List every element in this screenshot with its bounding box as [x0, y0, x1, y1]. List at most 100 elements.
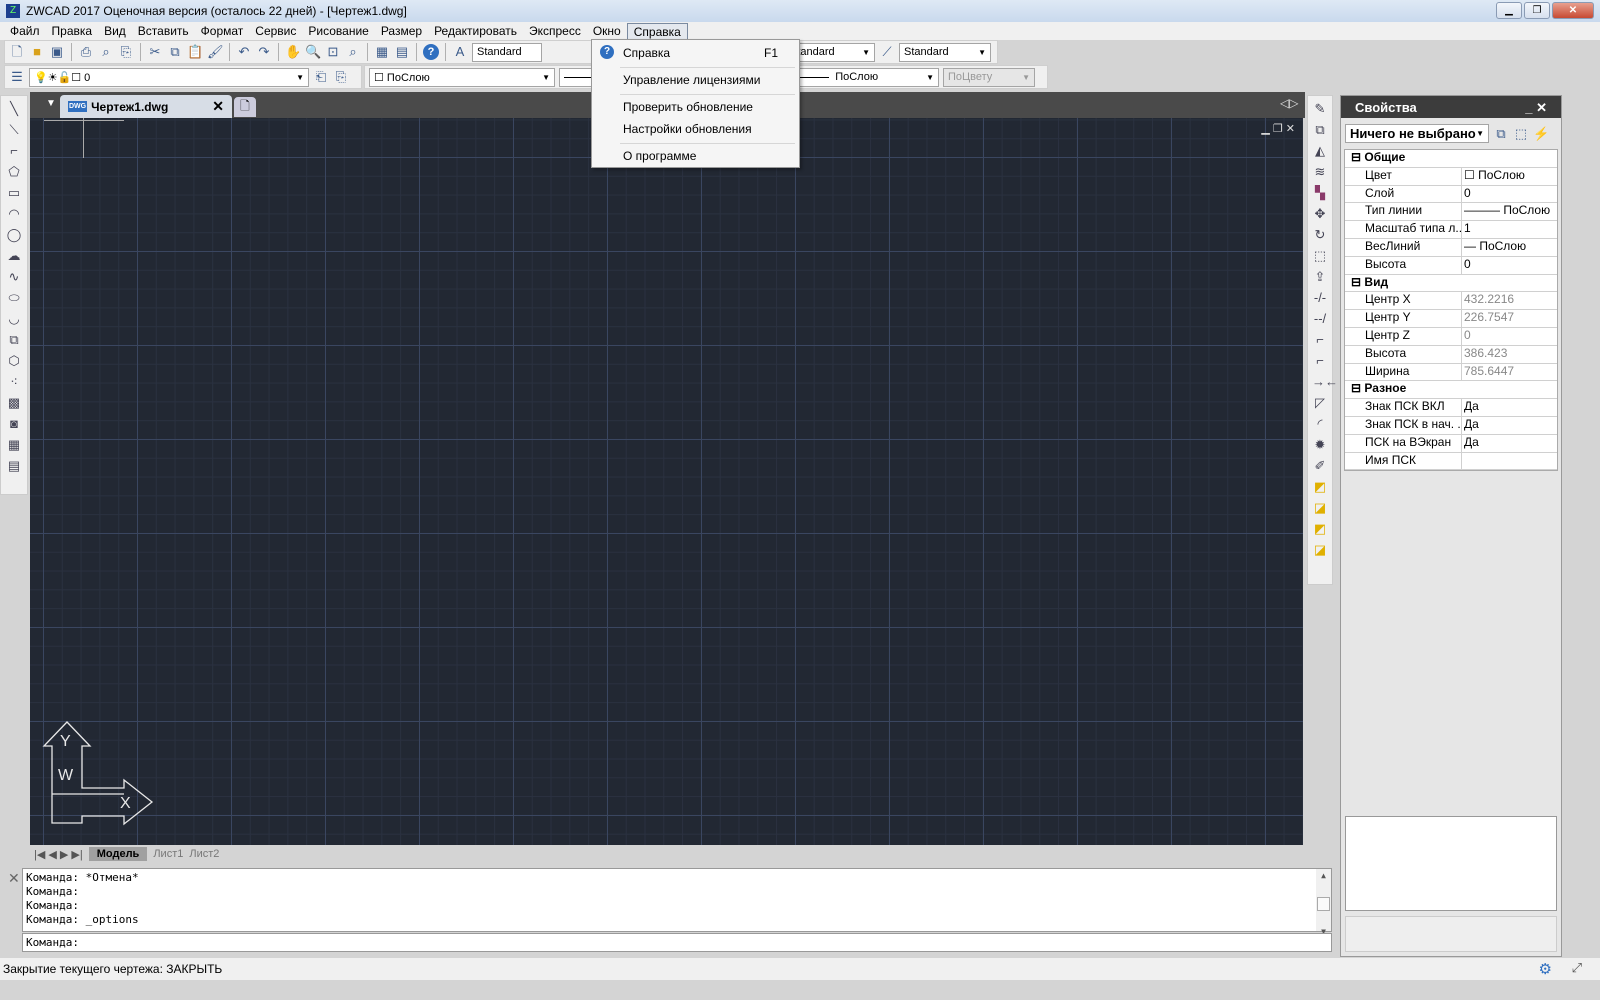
fullscreen-icon[interactable]: ⤢: [1572, 960, 1582, 976]
property-group-header[interactable]: ⊟ Разное: [1345, 381, 1557, 400]
menu-tools[interactable]: Сервис: [249, 23, 302, 40]
collapse-icon[interactable]: ⊟: [1351, 150, 1361, 164]
table-style-select[interactable]: Standard ▼: [899, 42, 991, 62]
publish-icon[interactable]: ⎘: [118, 44, 134, 60]
extend-icon[interactable]: --/: [1312, 311, 1328, 327]
menu-window[interactable]: Окно: [587, 23, 627, 40]
property-value[interactable]: Да: [1462, 399, 1557, 416]
chamfer-icon[interactable]: ◸: [1312, 395, 1328, 411]
draworder-above-icon[interactable]: ◩: [1312, 521, 1328, 537]
property-row[interactable]: Цвет ☐ ПоСлою: [1345, 167, 1557, 186]
menu-item-about[interactable]: О программе: [623, 149, 696, 163]
open-icon[interactable]: ■: [29, 44, 45, 60]
close-button[interactable]: ✕: [1552, 2, 1594, 19]
collapse-icon[interactable]: ⊟: [1351, 275, 1361, 289]
arc-icon[interactable]: ◠: [6, 206, 22, 222]
property-row[interactable]: Центр Z0: [1345, 327, 1557, 346]
quick-select-icon[interactable]: ⚡: [1533, 126, 1549, 142]
line-icon[interactable]: ╲: [6, 101, 22, 117]
menu-help[interactable]: Справка: [626, 22, 688, 40]
property-value[interactable]: 1: [1462, 221, 1557, 238]
color-select[interactable]: ☐ ПоСлою ▼: [369, 67, 555, 87]
revcloud-icon[interactable]: ☁: [6, 248, 22, 264]
property-row[interactable]: Ширина 785.6447: [1345, 363, 1557, 382]
property-row[interactable]: Слой 0: [1345, 185, 1557, 204]
make-current-layer-icon[interactable]: ⎗: [313, 69, 329, 85]
select-objects-icon[interactable]: ⬚: [1513, 126, 1529, 142]
property-value[interactable]: [1462, 453, 1557, 470]
zoom-realtime-icon[interactable]: 🔍: [305, 44, 321, 60]
property-value[interactable]: ——— ПоСлою: [1462, 203, 1557, 220]
stretch-icon[interactable]: ⇪: [1312, 269, 1328, 285]
array-icon[interactable]: ▚: [1312, 185, 1328, 201]
property-value[interactable]: Да: [1462, 417, 1557, 434]
new-tab-button[interactable]: 🗋: [234, 97, 256, 117]
draworder-front-icon[interactable]: ◩: [1312, 479, 1328, 495]
mtext-icon[interactable]: ▤: [6, 458, 22, 474]
ellipse-icon[interactable]: ⬭: [6, 290, 22, 306]
polyline-icon[interactable]: ⌐: [6, 143, 22, 159]
property-row[interactable]: Высота 0: [1345, 256, 1557, 275]
tab-list-arrow-icon[interactable]: ▼: [46, 98, 56, 109]
print-icon[interactable]: ⎙: [78, 44, 94, 60]
break-icon[interactable]: ⌐: [1312, 332, 1328, 348]
xline-icon[interactable]: ⟍: [6, 122, 22, 138]
layer-select[interactable]: 💡☀🔓☐ 0 ▼: [29, 67, 309, 87]
undo-icon[interactable]: ↶: [236, 44, 252, 60]
property-value[interactable]: Да: [1462, 435, 1557, 452]
property-value[interactable]: — ПоСлою: [1462, 239, 1557, 256]
zoom-window-icon[interactable]: ⊡: [325, 44, 341, 60]
draworder-back-icon[interactable]: ◪: [1312, 500, 1328, 516]
property-row[interactable]: Имя ПСК: [1345, 452, 1557, 471]
edit-icon[interactable]: ✐: [1312, 458, 1328, 474]
offset-icon[interactable]: ≋: [1312, 164, 1328, 180]
menu-draw[interactable]: Рисование: [302, 23, 374, 40]
tab-drawing1[interactable]: DWG Чертеж1.dwg ✕: [60, 95, 232, 118]
point-icon[interactable]: ⁖: [6, 374, 22, 390]
pan-icon[interactable]: ✋: [285, 44, 301, 60]
draworder-under-icon[interactable]: ◪: [1312, 542, 1328, 558]
property-row[interactable]: Высота 386.423: [1345, 345, 1557, 364]
text-style-select[interactable]: Standard: [472, 42, 542, 62]
command-close-icon[interactable]: ✕: [8, 870, 20, 887]
collapse-icon[interactable]: ⊟: [1351, 381, 1361, 395]
panel-close-icon[interactable]: _ ✕: [1525, 100, 1547, 116]
property-value[interactable]: 0: [1462, 186, 1557, 203]
match-properties-icon[interactable]: 🖌: [207, 44, 224, 60]
table-icon[interactable]: ▦: [6, 437, 22, 453]
property-row[interactable]: Тип линии ——— ПоСлою: [1345, 203, 1557, 222]
tab-layout1[interactable]: Лист1: [153, 848, 183, 860]
polygon-icon[interactable]: ⬠: [6, 164, 22, 180]
trim-icon[interactable]: -/-: [1312, 290, 1328, 306]
make-block-icon[interactable]: ⬡: [6, 353, 22, 369]
scale-icon[interactable]: ⬚: [1312, 248, 1328, 264]
erase-icon[interactable]: ✎: [1312, 101, 1328, 117]
spline-icon[interactable]: ∿: [6, 269, 22, 285]
menu-edit[interactable]: Правка: [46, 23, 99, 40]
preview-icon[interactable]: ⌕: [98, 44, 114, 60]
rotate-icon[interactable]: ↻: [1312, 227, 1328, 243]
break-at-point-icon[interactable]: ⌐: [1312, 353, 1328, 369]
selection-select[interactable]: Ничего не выбрано ▼: [1345, 124, 1489, 143]
menu-view[interactable]: Вид: [98, 23, 132, 40]
join-icon[interactable]: →←: [1312, 374, 1338, 390]
explode-icon[interactable]: ✹: [1312, 437, 1328, 453]
tab-model[interactable]: Модель: [88, 847, 148, 861]
menu-file[interactable]: Файл: [4, 23, 46, 40]
property-row[interactable]: Центр X 432.2216: [1345, 292, 1557, 311]
redo-icon[interactable]: ↷: [256, 44, 272, 60]
layer-manager-icon[interactable]: ☰: [9, 69, 25, 85]
property-group-header[interactable]: ⊟ Вид: [1345, 274, 1557, 293]
viewport-controls[interactable]: ▁ ❐ ✕: [1261, 122, 1295, 135]
layer-previous-icon[interactable]: ⎘: [333, 69, 349, 85]
zoom-previous-icon[interactable]: ⌕: [345, 44, 361, 60]
tab-scroll-icon[interactable]: ◁▷: [1280, 96, 1298, 110]
menu-item-update-settings[interactable]: Настройки обновления: [623, 122, 752, 136]
properties-icon[interactable]: ▤: [394, 44, 410, 60]
menu-item-check-update[interactable]: Проверить обновление: [623, 100, 753, 114]
restore-button[interactable]: ❐: [1524, 2, 1550, 19]
menu-express[interactable]: Экспресс: [523, 23, 587, 40]
move-icon[interactable]: ✥: [1312, 206, 1328, 222]
calculator-icon[interactable]: ▦: [374, 44, 390, 60]
help-icon[interactable]: ?: [423, 44, 439, 60]
